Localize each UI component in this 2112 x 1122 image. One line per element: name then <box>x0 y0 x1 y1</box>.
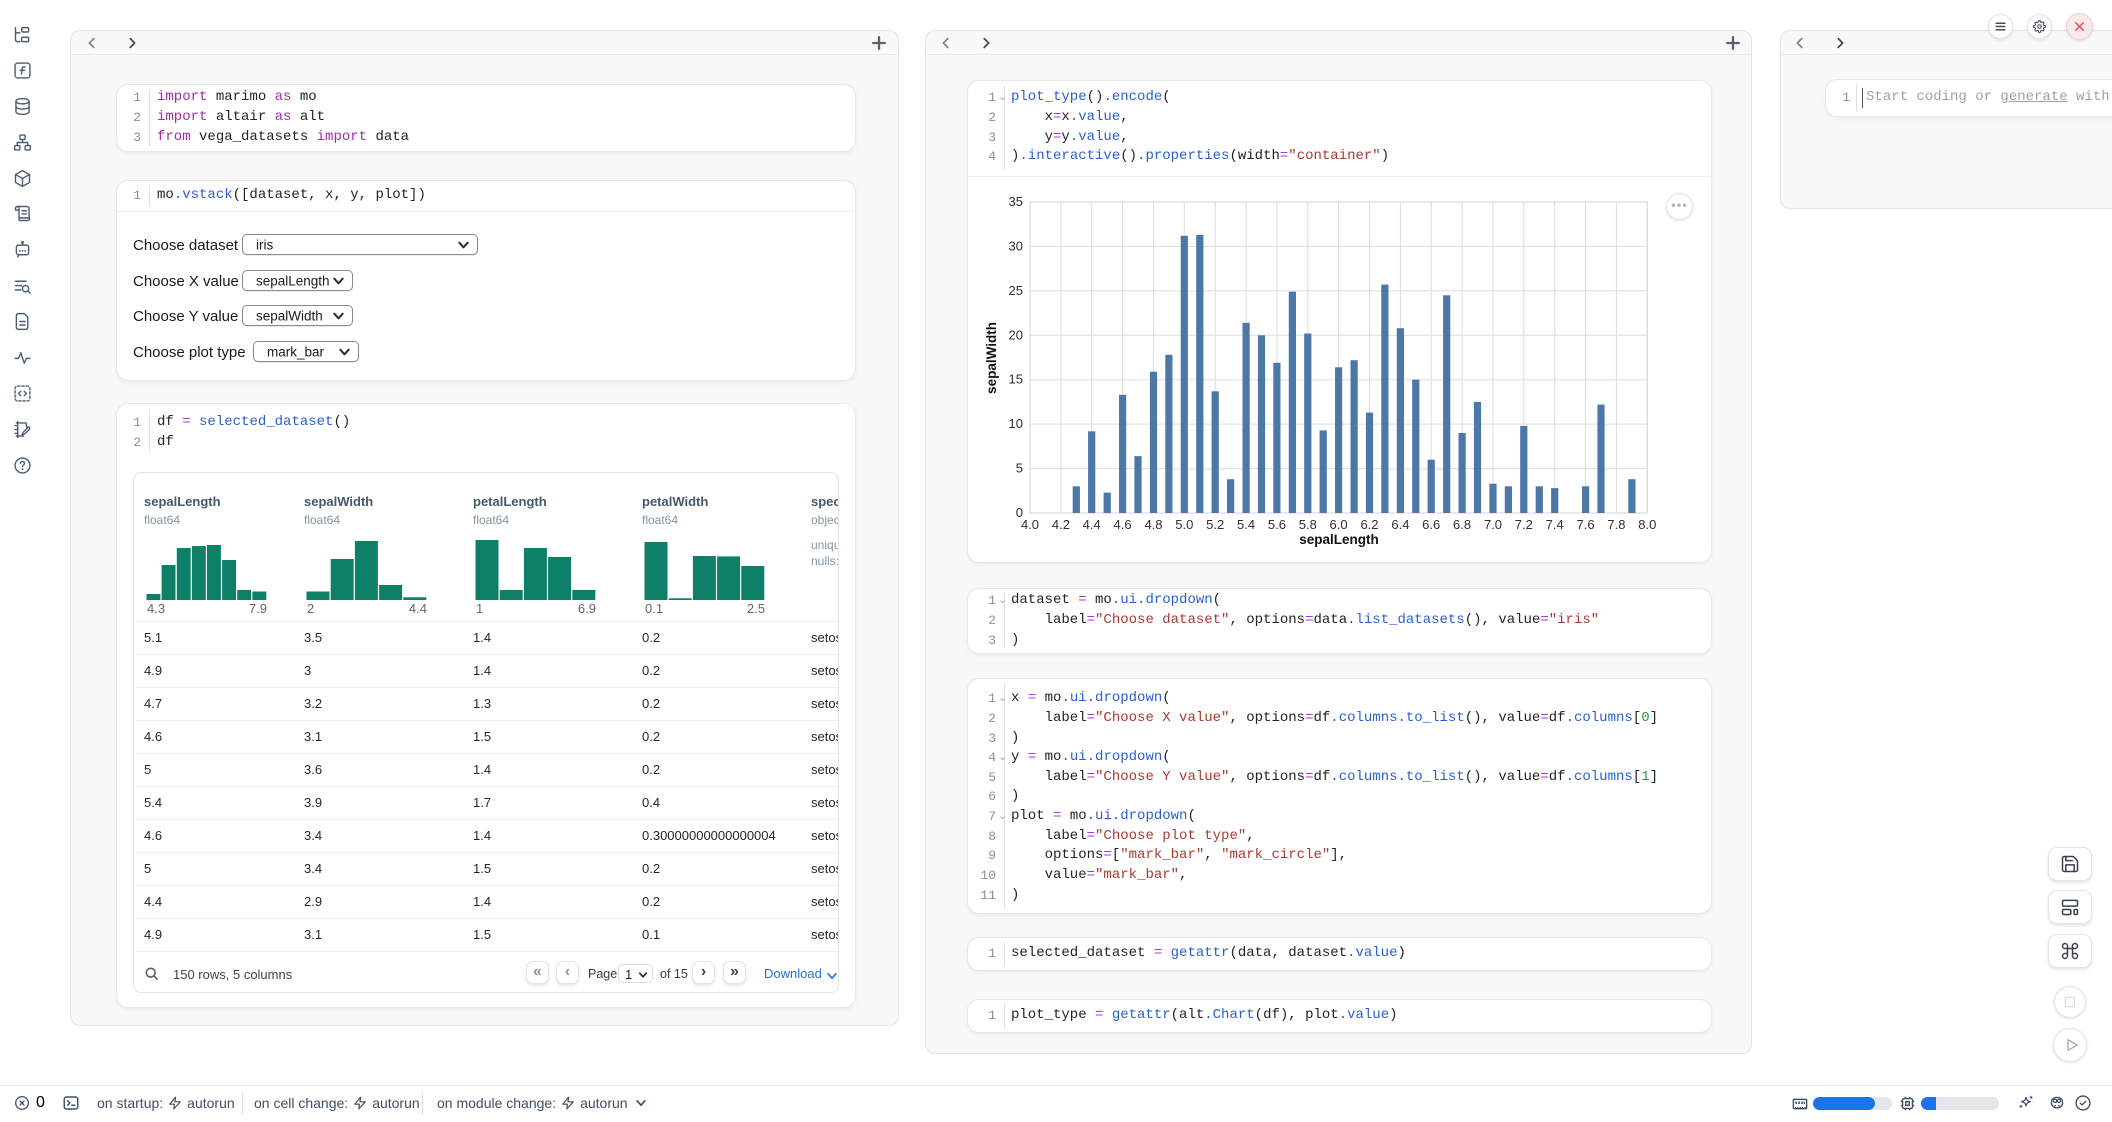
svg-text:4.0: 4.0 <box>1021 517 1039 532</box>
svg-text:7.8: 7.8 <box>1607 517 1625 532</box>
svg-text:15: 15 <box>1009 372 1023 387</box>
svg-text:5.8: 5.8 <box>1299 517 1317 532</box>
svg-text:20: 20 <box>1009 327 1023 342</box>
svg-text:6.2: 6.2 <box>1360 517 1378 532</box>
svg-text:5: 5 <box>1016 461 1023 476</box>
svg-text:10: 10 <box>1009 416 1023 431</box>
svg-text:25: 25 <box>1009 283 1023 298</box>
svg-text:7.6: 7.6 <box>1577 517 1595 532</box>
svg-text:4.6: 4.6 <box>1114 517 1132 532</box>
svg-text:8.0: 8.0 <box>1638 517 1656 532</box>
svg-text:4.2: 4.2 <box>1052 517 1070 532</box>
svg-text:sepalWidth: sepalWidth <box>984 322 999 394</box>
svg-text:sepalLength: sepalLength <box>1299 532 1379 547</box>
svg-text:6.0: 6.0 <box>1330 517 1348 532</box>
svg-text:5.6: 5.6 <box>1268 517 1286 532</box>
svg-text:7.0: 7.0 <box>1484 517 1502 532</box>
svg-text:4.4: 4.4 <box>1083 517 1101 532</box>
svg-text:6.6: 6.6 <box>1422 517 1440 532</box>
svg-text:5.0: 5.0 <box>1175 517 1193 532</box>
svg-text:5.4: 5.4 <box>1237 517 1255 532</box>
svg-text:35: 35 <box>1009 194 1023 209</box>
svg-text:4.8: 4.8 <box>1144 517 1162 532</box>
svg-text:5.2: 5.2 <box>1206 517 1224 532</box>
svg-text:6.8: 6.8 <box>1453 517 1471 532</box>
svg-text:6.4: 6.4 <box>1391 517 1409 532</box>
svg-text:30: 30 <box>1009 238 1023 253</box>
svg-text:7.4: 7.4 <box>1546 517 1564 532</box>
svg-text:7.2: 7.2 <box>1515 517 1533 532</box>
